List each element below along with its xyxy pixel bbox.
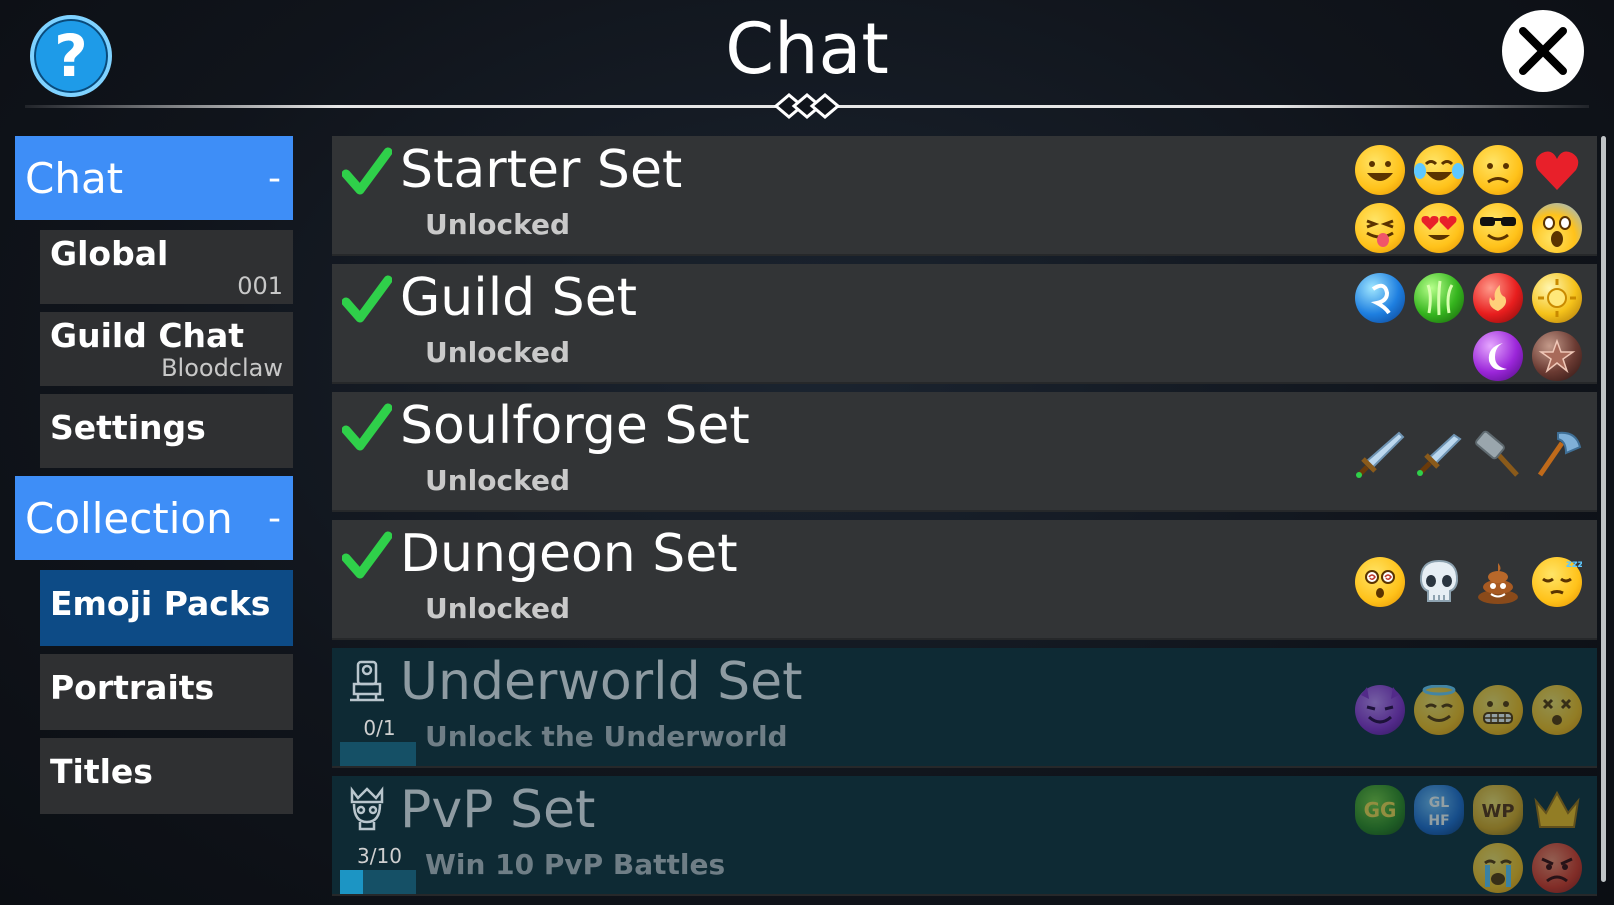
skull-icon [1414, 557, 1464, 607]
yellow-light-orb-icon [1532, 273, 1582, 323]
emoji-pack-pvp[interactable]: 3/10 PvP Set Win 10 PvP Battles GG GL HF … [332, 776, 1597, 896]
sidebar: Chat - Global 001 Guild Chat Bloodclaw S… [15, 136, 293, 814]
sidebar-item-settings[interactable]: Settings [40, 394, 293, 468]
axe-icon [1532, 429, 1582, 479]
knocked-out-face-icon [1532, 685, 1582, 735]
green-nature-orb-icon [1414, 273, 1464, 323]
emoji-grid [1349, 426, 1585, 484]
svg-text:GG: GG [1364, 798, 1397, 822]
sidebar-item-titles[interactable]: Titles [40, 738, 293, 814]
sunglasses-face-icon [1473, 203, 1523, 253]
checkmark-icon [342, 147, 392, 195]
sleeping-face-icon: zzz [1532, 557, 1582, 607]
pack-name: Starter Set [400, 140, 683, 200]
sidebar-item-label: Emoji Packs [50, 584, 271, 623]
pack-status: Unlocked [425, 208, 571, 241]
tongue-out-face-icon [1355, 203, 1405, 253]
svg-text:GL: GL [1429, 795, 1449, 811]
grimacing-face-icon [1473, 685, 1523, 735]
emoji-grid: GG GL HF WP [1349, 782, 1585, 898]
gg-badge-icon: GG [1355, 785, 1405, 835]
grinning-face-icon [1355, 145, 1405, 195]
brown-star-orb-icon [1532, 331, 1582, 381]
pack-status: Unlocked [425, 336, 571, 369]
halo-face-icon [1414, 685, 1464, 735]
guild-name: Bloodclaw [161, 354, 283, 382]
dizzy-face-icon [1355, 557, 1405, 607]
red-heart-icon [1532, 145, 1582, 195]
tears-of-joy-face-icon [1414, 145, 1464, 195]
red-fire-orb-icon [1473, 273, 1523, 323]
emoji-grid: zzz [1349, 554, 1585, 612]
short-sword-icon [1414, 429, 1464, 479]
sidebar-item-guild-chat[interactable]: Guild Chat Bloodclaw [40, 312, 293, 386]
screaming-face-icon [1532, 203, 1582, 253]
diamond-ornament-icon [773, 93, 841, 119]
sidebar-item-global[interactable]: Global 001 [40, 230, 293, 304]
emoji-grid [1349, 142, 1585, 258]
heart-eyes-face-icon [1414, 203, 1464, 253]
sidebar-item-portraits[interactable]: Portraits [40, 654, 293, 730]
emoji-pack-list: Starter Set Unlocked Guild Set Unlocked … [332, 136, 1597, 904]
section-header-collection[interactable]: Collection - [15, 476, 293, 560]
svg-text:HF: HF [1428, 813, 1449, 829]
crown-icon [1532, 785, 1582, 835]
section-label: Chat [25, 153, 124, 203]
crying-face-icon [1473, 843, 1523, 893]
progress-bar [340, 870, 416, 894]
sidebar-item-emoji-packs[interactable]: Emoji Packs [40, 570, 293, 646]
worried-face-icon [1473, 145, 1523, 195]
emoji-pack-underworld[interactable]: 0/1 Underworld Set Unlock the Underworld [332, 648, 1597, 768]
war-hammer-icon [1473, 429, 1523, 479]
broadsword-icon [1355, 429, 1405, 479]
pack-name: Underworld Set [400, 652, 803, 712]
sidebar-item-label: Guild Chat [50, 316, 245, 355]
pack-name: Soulforge Set [400, 396, 750, 456]
section-label: Collection [25, 493, 233, 543]
angry-face-icon [1532, 843, 1582, 893]
pack-name: Dungeon Set [400, 524, 738, 584]
checkmark-icon [342, 403, 392, 451]
sidebar-item-label: Settings [50, 408, 206, 447]
pvp-crowned-skull-icon [350, 786, 384, 831]
emoji-grid [1349, 270, 1585, 386]
sidebar-item-label: Global [50, 234, 169, 273]
close-button[interactable] [1502, 10, 1584, 92]
checkmark-icon [342, 275, 392, 323]
emoji-grid [1349, 682, 1585, 740]
emoji-pack-starter[interactable]: Starter Set Unlocked [332, 136, 1597, 256]
sidebar-item-label: Portraits [50, 668, 215, 707]
purple-moon-orb-icon [1473, 331, 1523, 381]
collapse-icon: - [268, 157, 281, 199]
progress-fill [340, 870, 363, 894]
emoji-pack-dungeon[interactable]: Dungeon Set Unlocked zzz [332, 520, 1597, 640]
emoji-pack-guild[interactable]: Guild Set Unlocked [332, 264, 1597, 384]
pack-status: Unlocked [425, 592, 571, 625]
checkmark-icon [342, 531, 392, 579]
collapse-icon: - [268, 497, 281, 539]
poop-icon [1473, 557, 1523, 607]
pack-name: Guild Set [400, 268, 638, 328]
progress-text: 0/1 [363, 716, 396, 740]
svg-text:zzz: zzz [1566, 559, 1582, 570]
blue-water-orb-icon [1355, 273, 1405, 323]
section-header-chat[interactable]: Chat - [15, 136, 293, 220]
page-title: Chat [725, 8, 889, 90]
close-icon [1519, 27, 1567, 75]
pack-status: Unlocked [425, 464, 571, 497]
smiling-devil-icon [1355, 685, 1405, 735]
channel-number: 001 [237, 272, 283, 300]
progress-text: 3/10 [357, 844, 402, 868]
emoji-pack-soulforge[interactable]: Soulforge Set Unlocked [332, 392, 1597, 512]
pack-status: Win 10 PvP Battles [425, 848, 726, 881]
scrollbar[interactable] [1601, 136, 1606, 882]
wp-badge-icon: WP [1473, 785, 1523, 835]
pack-name: PvP Set [400, 780, 596, 840]
svg-text:WP: WP [1481, 801, 1514, 822]
progress-bar [340, 742, 416, 766]
pack-status: Unlock the Underworld [425, 720, 788, 753]
underworld-throne-icon [350, 660, 384, 702]
glhf-badge-icon: GL HF [1414, 785, 1464, 835]
sidebar-item-label: Titles [50, 752, 153, 791]
